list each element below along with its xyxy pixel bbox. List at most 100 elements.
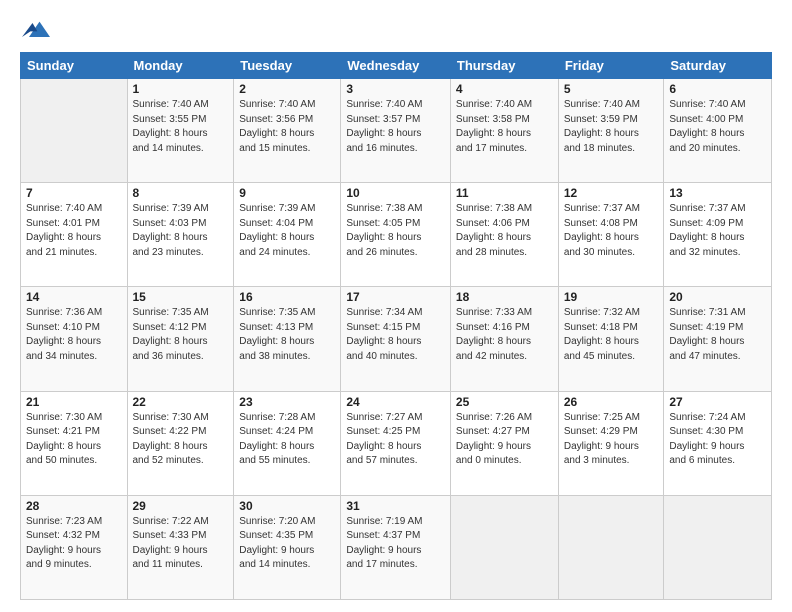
day-number: 30 — [239, 499, 335, 513]
day-cell: 10 Sunrise: 7:38 AM Sunset: 4:05 PM Dayli… — [341, 183, 451, 287]
weekday-header-row: SundayMondayTuesdayWednesdayThursdayFrid… — [21, 53, 772, 79]
day-info: Sunrise: 7:37 AM Sunset: 4:08 PM Dayligh… — [564, 202, 659, 260]
day-number: 14 — [26, 290, 122, 304]
calendar-table: SundayMondayTuesdayWednesdayThursdayFrid… — [20, 52, 772, 600]
page: SundayMondayTuesdayWednesdayThursdayFrid… — [0, 0, 792, 612]
day-cell: 21 Sunrise: 7:30 AM Sunset: 4:21 PM Dayli… — [21, 391, 128, 495]
day-info: Sunrise: 7:23 AM Sunset: 4:32 PM Dayligh… — [26, 515, 122, 573]
week-row-3: 14 Sunrise: 7:36 AM Sunset: 4:10 PM Dayli… — [21, 287, 772, 391]
day-info: Sunrise: 7:34 AM Sunset: 4:15 PM Dayligh… — [346, 306, 445, 364]
day-number: 19 — [564, 290, 659, 304]
day-cell: 17 Sunrise: 7:34 AM Sunset: 4:15 PM Dayli… — [341, 287, 451, 391]
day-cell: 25Sunrise: 7:26 AM Sunset: 4:27 PM Dayli… — [450, 391, 558, 495]
day-cell: 18Sunrise: 7:33 AM Sunset: 4:16 PM Dayli… — [450, 287, 558, 391]
day-info: Sunrise: 7:33 AM Sunset: 4:16 PM Dayligh… — [456, 306, 553, 364]
day-number: 10 — [346, 186, 445, 200]
weekday-monday: Monday — [127, 53, 234, 79]
day-info: Sunrise: 7:30 AM Sunset: 4:21 PM Dayligh… — [26, 411, 122, 469]
day-cell: 22 Sunrise: 7:30 AM Sunset: 4:22 PM Dayli… — [127, 391, 234, 495]
day-number: 4 — [456, 82, 553, 96]
day-cell: 16 Sunrise: 7:35 AM Sunset: 4:13 PM Dayli… — [234, 287, 341, 391]
day-info: Sunrise: 7:39 AM Sunset: 4:03 PM Dayligh… — [133, 202, 229, 260]
day-cell — [450, 495, 558, 599]
day-cell: 24Sunrise: 7:27 AM Sunset: 4:25 PM Dayli… — [341, 391, 451, 495]
day-cell: 4 Sunrise: 7:40 AM Sunset: 3:58 PM Daylig… — [450, 79, 558, 183]
day-number: 29 — [133, 499, 229, 513]
day-info: Sunrise: 7:20 AM Sunset: 4:35 PM Dayligh… — [239, 515, 335, 573]
day-number: 26 — [564, 395, 659, 409]
day-info: Sunrise: 7:27 AM Sunset: 4:25 PM Dayligh… — [346, 411, 445, 469]
day-cell: 28 Sunrise: 7:23 AM Sunset: 4:32 PM Dayli… — [21, 495, 128, 599]
day-info: Sunrise: 7:22 AM Sunset: 4:33 PM Dayligh… — [133, 515, 229, 573]
day-cell: 1 Sunrise: 7:40 AM Sunset: 3:55 PM Daylig… — [127, 79, 234, 183]
day-info: Sunrise: 7:40 AM Sunset: 3:57 PM Dayligh… — [346, 98, 445, 156]
day-cell: 12 Sunrise: 7:37 AM Sunset: 4:08 PM Dayli… — [558, 183, 664, 287]
day-cell: 30 Sunrise: 7:20 AM Sunset: 4:35 PM Dayli… — [234, 495, 341, 599]
day-cell: 13Sunrise: 7:37 AM Sunset: 4:09 PM Dayli… — [664, 183, 772, 287]
day-cell: 6Sunrise: 7:40 AM Sunset: 4:00 PM Daylig… — [664, 79, 772, 183]
day-number: 20 — [669, 290, 766, 304]
day-number: 12 — [564, 186, 659, 200]
weekday-wednesday: Wednesday — [341, 53, 451, 79]
weekday-saturday: Saturday — [664, 53, 772, 79]
day-number: 2 — [239, 82, 335, 96]
day-number: 15 — [133, 290, 229, 304]
day-number: 8 — [133, 186, 229, 200]
day-cell: 3 Sunrise: 7:40 AM Sunset: 3:57 PM Daylig… — [341, 79, 451, 183]
day-info: Sunrise: 7:32 AM Sunset: 4:18 PM Dayligh… — [564, 306, 659, 364]
day-info: Sunrise: 7:40 AM Sunset: 3:56 PM Dayligh… — [239, 98, 335, 156]
day-cell: 15 Sunrise: 7:35 AM Sunset: 4:12 PM Dayli… — [127, 287, 234, 391]
day-cell: 11 Sunrise: 7:38 AM Sunset: 4:06 PM Dayli… — [450, 183, 558, 287]
day-cell: 5Sunrise: 7:40 AM Sunset: 3:59 PM Daylig… — [558, 79, 664, 183]
day-info: Sunrise: 7:40 AM Sunset: 4:00 PM Dayligh… — [669, 98, 766, 156]
day-info: Sunrise: 7:35 AM Sunset: 4:13 PM Dayligh… — [239, 306, 335, 364]
day-cell: 26 Sunrise: 7:25 AM Sunset: 4:29 PM Dayli… — [558, 391, 664, 495]
day-cell — [21, 79, 128, 183]
day-cell: 14 Sunrise: 7:36 AM Sunset: 4:10 PM Dayli… — [21, 287, 128, 391]
day-info: Sunrise: 7:19 AM Sunset: 4:37 PM Dayligh… — [346, 515, 445, 573]
day-number: 11 — [456, 186, 553, 200]
logo — [20, 16, 50, 44]
day-info: Sunrise: 7:36 AM Sunset: 4:10 PM Dayligh… — [26, 306, 122, 364]
day-cell: 20 Sunrise: 7:31 AM Sunset: 4:19 PM Dayli… — [664, 287, 772, 391]
day-cell: 9 Sunrise: 7:39 AM Sunset: 4:04 PM Daylig… — [234, 183, 341, 287]
day-number: 17 — [346, 290, 445, 304]
day-number: 13 — [669, 186, 766, 200]
day-cell: 23Sunrise: 7:28 AM Sunset: 4:24 PM Dayli… — [234, 391, 341, 495]
day-info: Sunrise: 7:28 AM Sunset: 4:24 PM Dayligh… — [239, 411, 335, 469]
logo-icon — [22, 16, 50, 44]
day-cell: 29 Sunrise: 7:22 AM Sunset: 4:33 PM Dayli… — [127, 495, 234, 599]
week-row-1: 1 Sunrise: 7:40 AM Sunset: 3:55 PM Daylig… — [21, 79, 772, 183]
day-number: 7 — [26, 186, 122, 200]
weekday-sunday: Sunday — [21, 53, 128, 79]
day-number: 22 — [133, 395, 229, 409]
day-info: Sunrise: 7:40 AM Sunset: 3:55 PM Dayligh… — [133, 98, 229, 156]
day-info: Sunrise: 7:40 AM Sunset: 3:58 PM Dayligh… — [456, 98, 553, 156]
day-info: Sunrise: 7:25 AM Sunset: 4:29 PM Dayligh… — [564, 411, 659, 469]
day-number: 28 — [26, 499, 122, 513]
day-cell: 19 Sunrise: 7:32 AM Sunset: 4:18 PM Dayli… — [558, 287, 664, 391]
week-row-4: 21 Sunrise: 7:30 AM Sunset: 4:21 PM Dayli… — [21, 391, 772, 495]
day-info: Sunrise: 7:40 AM Sunset: 4:01 PM Dayligh… — [26, 202, 122, 260]
day-info: Sunrise: 7:38 AM Sunset: 4:06 PM Dayligh… — [456, 202, 553, 260]
day-number: 5 — [564, 82, 659, 96]
day-info: Sunrise: 7:38 AM Sunset: 4:05 PM Dayligh… — [346, 202, 445, 260]
day-number: 1 — [133, 82, 229, 96]
header — [20, 16, 772, 44]
day-cell: 7 Sunrise: 7:40 AM Sunset: 4:01 PM Daylig… — [21, 183, 128, 287]
day-cell — [664, 495, 772, 599]
day-number: 31 — [346, 499, 445, 513]
day-info: Sunrise: 7:30 AM Sunset: 4:22 PM Dayligh… — [133, 411, 229, 469]
day-cell: 27Sunrise: 7:24 AM Sunset: 4:30 PM Dayli… — [664, 391, 772, 495]
day-number: 25 — [456, 395, 553, 409]
day-number: 9 — [239, 186, 335, 200]
day-info: Sunrise: 7:39 AM Sunset: 4:04 PM Dayligh… — [239, 202, 335, 260]
week-row-2: 7 Sunrise: 7:40 AM Sunset: 4:01 PM Daylig… — [21, 183, 772, 287]
day-number: 21 — [26, 395, 122, 409]
day-number: 3 — [346, 82, 445, 96]
day-info: Sunrise: 7:31 AM Sunset: 4:19 PM Dayligh… — [669, 306, 766, 364]
day-info: Sunrise: 7:35 AM Sunset: 4:12 PM Dayligh… — [133, 306, 229, 364]
day-number: 16 — [239, 290, 335, 304]
day-cell: 2 Sunrise: 7:40 AM Sunset: 3:56 PM Daylig… — [234, 79, 341, 183]
day-cell — [558, 495, 664, 599]
